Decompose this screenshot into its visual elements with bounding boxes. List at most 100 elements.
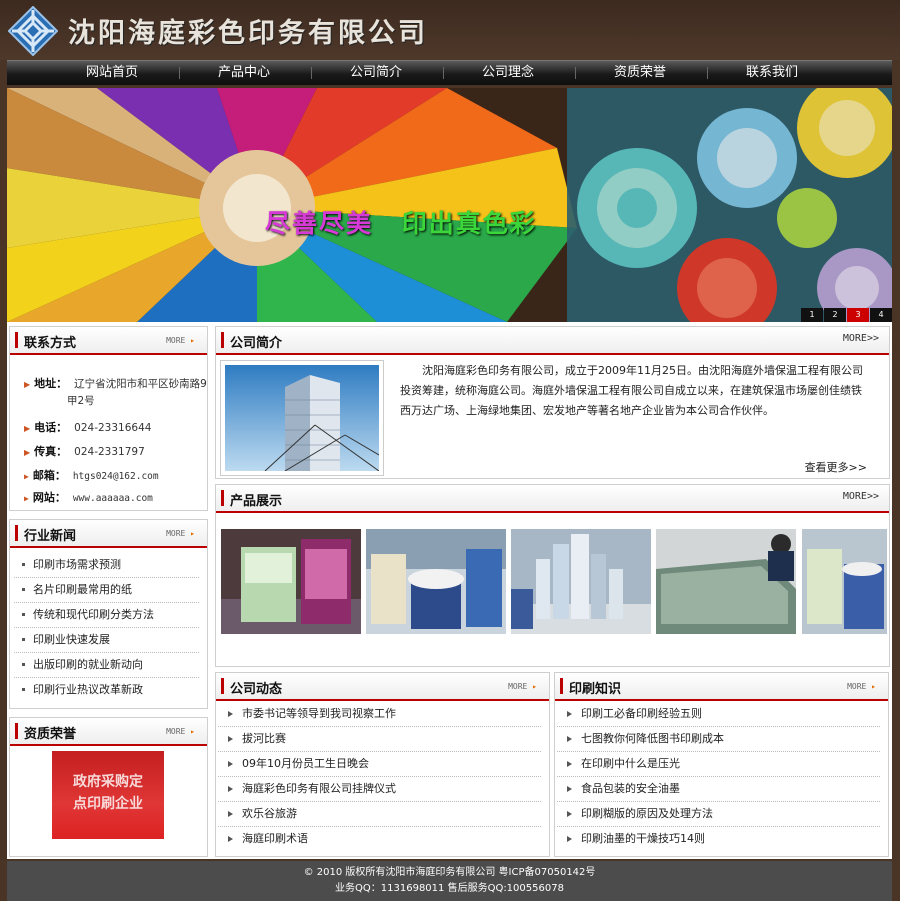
nav-item-home[interactable]: 网站首页 — [47, 61, 177, 85]
list-item[interactable]: 印刷糊版的原因及处理方法 — [557, 802, 880, 827]
header-accent — [221, 678, 224, 694]
bullet-icon — [228, 810, 233, 817]
contact-fax: ▶ 传真： 024-2331797 — [24, 443, 145, 462]
list-item[interactable]: 在印刷中什么是压光 — [557, 752, 880, 777]
article-link[interactable]: 七图教你何降低图书印刷成本 — [581, 732, 724, 745]
contact-more-link[interactable]: MORE ▸ — [166, 336, 195, 345]
news-link[interactable]: 09年10月份员工生日晚会 — [242, 757, 369, 770]
bullet-icon: ▶ — [24, 380, 31, 389]
bullet-icon — [228, 760, 233, 767]
spiral-logo-icon[interactable] — [8, 6, 58, 56]
product-thumbnail[interactable] — [366, 529, 506, 634]
company-news-box: 公司动态 MORE ▸ 市委书记等领导到我司视察工作 拔河比赛 09年10月份员… — [215, 672, 550, 857]
print-knowledge-more-link[interactable]: MORE ▸ — [847, 682, 876, 691]
honors-title: 资质荣誉 — [24, 727, 77, 742]
news-link[interactable]: 海庭印刷术语 — [242, 832, 308, 845]
list-item[interactable]: 七图教你何降低图书印刷成本 — [557, 727, 880, 752]
company-intro-title: 公司简介 — [230, 336, 283, 351]
service-qq-text: 业务QQ：1131698011 售后服务QQ:100556078 — [335, 883, 564, 894]
slogan-part1: 尽善尽美 — [265, 209, 374, 238]
header-accent — [15, 723, 18, 739]
news-link[interactable]: 印刷业快速发展 — [33, 633, 110, 646]
banner-page-1[interactable]: 1 — [801, 308, 823, 322]
honors-header: 资质荣誉 MORE ▸ — [10, 718, 207, 746]
list-item[interactable]: 食品包装的安全油墨 — [557, 777, 880, 802]
more-label: MORE — [166, 529, 186, 538]
banner-slogan: 尽善尽美 印出真色彩 — [265, 204, 537, 240]
news-link[interactable]: 欢乐谷旅游 — [242, 807, 297, 820]
bullet-icon — [567, 835, 572, 842]
list-item[interactable]: 拔河比赛 — [218, 727, 541, 752]
list-item[interactable]: 印刷业快速发展 — [14, 628, 199, 653]
banner-page-2[interactable]: 2 — [824, 308, 846, 322]
nav-item-products[interactable]: 产品中心 — [179, 61, 309, 85]
news-link[interactable]: 拔河比赛 — [242, 732, 286, 745]
nav-item-honors[interactable]: 资质荣誉 — [575, 61, 705, 85]
product-thumbnail[interactable] — [221, 529, 361, 634]
news-link[interactable]: 市委书记等领导到我司视察工作 — [242, 707, 396, 720]
list-item[interactable]: 印刷行业热议改革新政 — [14, 678, 199, 702]
article-link[interactable]: 在印刷中什么是压光 — [581, 757, 680, 770]
arrow-right-icon: ▸ — [190, 727, 195, 736]
news-link[interactable]: 出版印刷的就业新动向 — [33, 658, 143, 671]
company-building-image[interactable] — [220, 360, 384, 476]
news-link[interactable]: 传统和现代印刷分类方法 — [33, 608, 154, 621]
nav-item-philosophy[interactable]: 公司理念 — [443, 61, 573, 85]
banner-page-3[interactable]: 3 — [847, 308, 869, 322]
phone-value: 024-23316644 — [74, 422, 152, 434]
contact-box: 联系方式 MORE ▸ ▶ 地址： 辽宁省沈阳市和平区砂南路9 甲2号 ▶ 电话： 02… — [9, 326, 208, 511]
more-label: MORE — [166, 727, 186, 736]
contact-email: ▶ 邮箱： htgs024@162.com — [24, 467, 159, 486]
list-item[interactable]: 名片印刷最常用的纸 — [14, 578, 199, 603]
bullet-icon — [228, 785, 233, 792]
read-more-link[interactable]: 查看更多>> — [805, 459, 867, 475]
bullet-icon — [567, 710, 572, 717]
news-link[interactable]: 印刷市场需求预测 — [33, 558, 121, 571]
list-item[interactable]: 09年10月份员工生日晚会 — [218, 752, 541, 777]
company-news-more-link[interactable]: MORE ▸ — [508, 682, 537, 691]
banner-page-4[interactable]: 4 — [870, 308, 892, 322]
bullet-icon — [567, 760, 572, 767]
arrow-right-icon: ▸ — [532, 682, 537, 691]
website-value[interactable]: www.aaaaaa.com — [73, 493, 153, 504]
address-label: 地址： — [34, 377, 68, 390]
honors-certificate-image[interactable]: 政府采购定 点印刷企业 — [52, 751, 164, 839]
article-link[interactable]: 印刷工必备印刷经验五则 — [581, 707, 702, 720]
nav-item-contact[interactable]: 联系我们 — [707, 61, 837, 85]
product-photo-1 — [221, 529, 361, 634]
products-header: 产品展示 MORE>> — [216, 485, 889, 513]
industry-news-more-link[interactable]: MORE ▸ — [166, 529, 195, 538]
list-item[interactable]: 印刷工必备印刷经验五则 — [557, 702, 880, 727]
company-intro-more-link[interactable]: MORE>> — [843, 333, 879, 344]
email-value[interactable]: htgs024@162.com — [73, 471, 159, 482]
list-item[interactable]: 市委书记等领导到我司视察工作 — [218, 702, 541, 727]
product-thumbnail[interactable] — [511, 529, 651, 634]
product-thumbnail[interactable] — [802, 529, 887, 634]
bullet-icon: ▶ — [24, 424, 31, 433]
list-item[interactable]: 传统和现代印刷分类方法 — [14, 603, 199, 628]
article-link[interactable]: 印刷油墨的干燥技巧14则 — [581, 832, 705, 845]
list-item[interactable]: 海庭印刷术语 — [218, 827, 541, 851]
article-link[interactable]: 印刷糊版的原因及处理方法 — [581, 807, 713, 820]
print-knowledge-list: 印刷工必备印刷经验五则 七图教你何降低图书印刷成本 在印刷中什么是压光 食品包装… — [557, 702, 880, 851]
list-item[interactable]: 印刷市场需求预测 — [14, 553, 199, 578]
news-link[interactable]: 印刷行业热议改革新政 — [33, 683, 143, 696]
honors-more-link[interactable]: MORE ▸ — [166, 727, 195, 736]
site-footer: © 2010 版权所有沈阳市海庭印务有限公司 粤ICP备07050142号 业务… — [7, 861, 892, 901]
products-more-link[interactable]: MORE>> — [843, 491, 879, 502]
company-intro-text: 沈阳海庭彩色印务有限公司，成立于2009年11月25日。由沈阳海庭外墙保温工程有… — [400, 364, 863, 417]
nav-item-about[interactable]: 公司简介 — [311, 61, 441, 85]
list-item[interactable]: 出版印刷的就业新动向 — [14, 653, 199, 678]
news-link[interactable]: 海庭彩色印务有限公司挂牌仪式 — [242, 782, 396, 795]
copyright-text: © 2010 版权所有沈阳市海庭印务有限公司 粤ICP备07050142号 — [303, 867, 596, 878]
list-item[interactable]: 欢乐谷旅游 — [218, 802, 541, 827]
news-link[interactable]: 名片印刷最常用的纸 — [33, 583, 132, 596]
list-item[interactable]: 印刷油墨的干燥技巧14则 — [557, 827, 880, 851]
bullet-icon: ▶ — [24, 472, 29, 481]
article-link[interactable]: 食品包装的安全油墨 — [581, 782, 680, 795]
bullet-icon — [228, 735, 233, 742]
industry-news-title: 行业新闻 — [24, 529, 77, 544]
list-item[interactable]: 海庭彩色印务有限公司挂牌仪式 — [218, 777, 541, 802]
product-thumbnail[interactable] — [656, 529, 796, 634]
hero-banner[interactable]: 尽善尽美 印出真色彩 1 2 3 4 — [7, 88, 892, 322]
